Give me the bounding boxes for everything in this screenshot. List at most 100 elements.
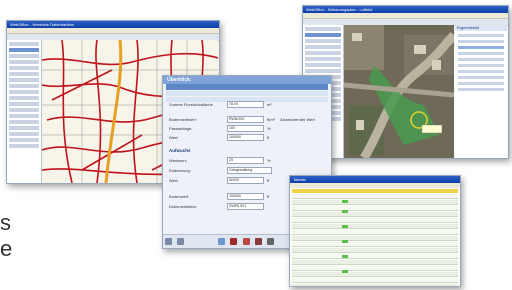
table-row[interactable] <box>292 272 458 277</box>
section-heading: Aufwuchs <box>169 148 191 153</box>
tree-item[interactable] <box>305 69 341 73</box>
info-icon[interactable] <box>217 238 225 245</box>
field-label: Bodenwert: <box>169 193 190 199</box>
field-unit: m² <box>267 101 272 107</box>
table-row[interactable] <box>292 248 458 253</box>
aerial-map[interactable] <box>344 25 454 158</box>
search-icon[interactable] <box>177 238 185 245</box>
status-cell <box>342 200 348 203</box>
panel-title: Ergebnisbild <box>455 25 507 31</box>
tree-item[interactable] <box>9 84 39 88</box>
tree-item[interactable] <box>9 120 39 124</box>
tree-item[interactable] <box>305 63 341 67</box>
window-title: Tabelle <box>290 176 460 183</box>
table-row[interactable] <box>292 218 458 223</box>
field-label: Passantlage: <box>169 125 193 131</box>
tree-item[interactable] <box>305 45 341 49</box>
tree-item[interactable] <box>305 27 341 31</box>
field-input[interactable]: 25 <box>227 157 264 164</box>
tree-item[interactable] <box>9 54 39 58</box>
field-label: Erläuterung: <box>169 167 191 173</box>
tree-item[interactable] <box>305 33 341 37</box>
window-title: WebOffice - Bebauungsplan - Luftbild <box>303 6 508 13</box>
table-row[interactable] <box>292 266 458 271</box>
tree-item[interactable] <box>305 39 341 43</box>
field-label: Werkwert: <box>169 157 187 163</box>
grid-header <box>166 84 328 90</box>
tree-item[interactable] <box>9 72 39 76</box>
tree-item[interactable] <box>9 48 39 52</box>
tree-item[interactable] <box>9 102 39 106</box>
form-row: Dokumentation: SWPA 001 <box>169 203 267 210</box>
table-row[interactable] <box>292 200 458 205</box>
tree-item[interactable] <box>9 90 39 94</box>
field-input[interactable]: 50000 <box>227 177 264 184</box>
print-icon[interactable] <box>242 238 250 245</box>
status-cell <box>342 270 348 273</box>
field-input[interactable]: 100 <box>227 125 264 132</box>
field-input[interactable]: SWPA 001 <box>227 203 264 210</box>
table-row[interactable] <box>292 206 458 211</box>
field-unit: % <box>267 157 271 163</box>
field-label: Dokumentation: <box>169 203 198 209</box>
tree-item[interactable] <box>9 144 39 148</box>
field-label: Wert: <box>169 177 179 183</box>
field-unit: € <box>267 177 270 183</box>
field-input[interactable]: Ortsgestaltung <box>227 167 272 174</box>
form-row: Bodenrichtwert: RWB/200 €/m² Abweichender W… <box>169 116 315 123</box>
table-header <box>292 189 458 193</box>
table-row[interactable] <box>292 278 458 283</box>
field-input[interactable]: 100000 <box>227 134 264 141</box>
status-cell <box>342 240 348 243</box>
extra-label: Abweichender Wert <box>280 116 315 122</box>
window-title: WebOffice - Vernetzte Datenbanken <box>7 21 219 28</box>
tree-item[interactable] <box>9 96 39 100</box>
grid-row[interactable] <box>166 91 328 96</box>
tree-item[interactable] <box>305 51 341 55</box>
field-unit: € <box>267 193 270 199</box>
form-row: Bodenwert: 150000 € <box>169 193 270 200</box>
right-aerial-window: WebOffice - Bebauungsplan - Luftbild Erg… <box>302 5 509 159</box>
delete-icon[interactable] <box>267 238 275 245</box>
tree-item[interactable] <box>9 42 39 46</box>
layer-tree[interactable] <box>7 40 42 183</box>
result-panel[interactable]: Ergebnisbild <box>455 25 507 158</box>
status-cell <box>342 255 348 258</box>
field-unit: €/m² <box>267 116 275 122</box>
tree-item[interactable] <box>9 114 39 118</box>
tree-item[interactable] <box>9 132 39 136</box>
table-row[interactable] <box>292 242 458 247</box>
save-icon[interactable] <box>230 238 238 245</box>
form-row: Wert: 50000 € <box>169 177 270 184</box>
table-row[interactable] <box>292 224 458 229</box>
form-row: Summe Flurstücksfläche 78,00 m² <box>169 101 272 108</box>
table-body[interactable] <box>290 194 460 286</box>
table-row[interactable] <box>292 284 458 286</box>
table-row[interactable] <box>292 212 458 217</box>
field-input[interactable]: 78,00 <box>227 101 264 108</box>
tree-item[interactable] <box>305 57 341 61</box>
nav-icon[interactable] <box>165 238 172 245</box>
tree-item[interactable] <box>9 126 39 130</box>
tree-item[interactable] <box>9 60 39 64</box>
status-cell <box>342 225 348 228</box>
form-row: Wert: 100000 € <box>169 134 269 141</box>
tree-item[interactable] <box>9 138 39 142</box>
table-window: Tabelle <box>289 175 461 287</box>
table-row[interactable] <box>292 230 458 235</box>
tree-item[interactable] <box>9 66 39 70</box>
export-icon[interactable] <box>254 238 262 245</box>
tree-item[interactable] <box>9 108 39 112</box>
form-row: Werkwert: 25% <box>169 157 271 164</box>
field-input[interactable]: 150000 <box>227 193 264 200</box>
cropped-text-1: s <box>0 210 11 235</box>
table-row[interactable] <box>292 194 458 199</box>
field-unit: % <box>267 125 271 131</box>
field-input[interactable]: RWB/200 <box>227 116 264 123</box>
tree-item[interactable] <box>9 78 39 82</box>
table-row[interactable] <box>292 236 458 241</box>
field-label: Bodenrichtwert: <box>169 116 197 122</box>
table-row[interactable] <box>292 260 458 265</box>
table-row[interactable] <box>292 254 458 259</box>
form-row: Erläuterung: Ortsgestaltung <box>169 167 275 174</box>
